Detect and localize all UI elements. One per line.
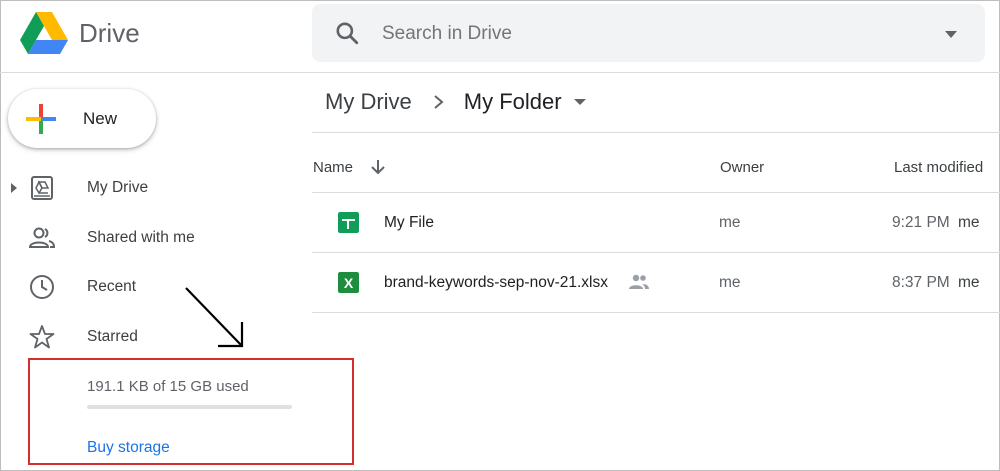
shared-people-icon: [629, 274, 649, 289]
google-sheets-icon: [338, 212, 359, 233]
expand-arrow-icon[interactable]: [11, 183, 17, 193]
storage-usage-text: 191.1 KB of 15 GB used: [87, 378, 249, 395]
sidebar-item-my-drive[interactable]: My Drive: [0, 166, 300, 210]
plus-icon: [26, 104, 56, 134]
highlight-box: [28, 358, 354, 465]
sidebar-item-starred[interactable]: Starred: [0, 315, 300, 359]
sidebar-item-label: Recent: [87, 278, 137, 295]
google-drive-logo[interactable]: [20, 12, 68, 54]
sidebar-item-label: Shared with me: [87, 229, 195, 246]
svg-text:X: X: [344, 275, 354, 291]
file-name[interactable]: My File: [384, 214, 434, 232]
buy-storage-link[interactable]: Buy storage: [87, 439, 170, 457]
excel-file-icon: X: [338, 272, 359, 293]
new-button-label: New: [83, 109, 118, 128]
search-icon[interactable]: [334, 20, 360, 46]
new-button[interactable]: New: [8, 89, 156, 148]
folder-menu-dropdown-icon[interactable]: [573, 99, 586, 105]
breadcrumb-my-folder[interactable]: My Folder: [464, 89, 562, 115]
file-modified-time: 8:37 PM: [892, 274, 950, 291]
file-owner: me: [719, 274, 741, 291]
people-icon: [28, 227, 56, 248]
column-header-owner[interactable]: Owner: [720, 159, 764, 176]
file-owner: me: [719, 214, 741, 231]
star-icon: [29, 325, 55, 349]
my-drive-icon: [31, 176, 53, 200]
column-header-name[interactable]: Name: [313, 159, 353, 176]
search-bar[interactable]: [312, 4, 985, 62]
table-row[interactable]: My File me 9:21 PM me: [312, 193, 1000, 253]
file-name[interactable]: brand-keywords-sep-nov-21.xlsx: [384, 274, 608, 292]
sidebar-item-label: Starred: [87, 328, 138, 345]
sidebar-item-label: My Drive: [87, 179, 149, 196]
breadcrumb-my-drive[interactable]: My Drive: [325, 89, 412, 115]
breadcrumb-divider: [312, 132, 1000, 133]
search-options-dropdown-icon[interactable]: [945, 31, 957, 38]
sort-arrow-down-icon[interactable]: [369, 157, 387, 177]
file-modified-by: me: [958, 274, 980, 291]
sidebar-item-recent[interactable]: Recent: [0, 265, 300, 309]
brand-name[interactable]: Drive: [79, 18, 140, 49]
annotation-arrow-icon: [185, 287, 244, 348]
chevron-right-icon: [434, 95, 444, 109]
storage-usage-bar: [87, 405, 292, 409]
search-input[interactable]: [382, 23, 832, 45]
table-row[interactable]: X brand-keywords-sep-nov-21.xlsx me 8:37…: [312, 253, 1000, 313]
sidebar-item-shared-with-me[interactable]: Shared with me: [0, 216, 300, 260]
file-modified-by: me: [958, 214, 980, 231]
column-header-last-modified[interactable]: Last modified: [894, 159, 983, 176]
clock-icon: [30, 275, 54, 299]
breadcrumb: My Drive My Folder: [325, 89, 586, 115]
header-divider: [0, 72, 1000, 73]
file-modified-time: 9:21 PM: [892, 214, 950, 231]
